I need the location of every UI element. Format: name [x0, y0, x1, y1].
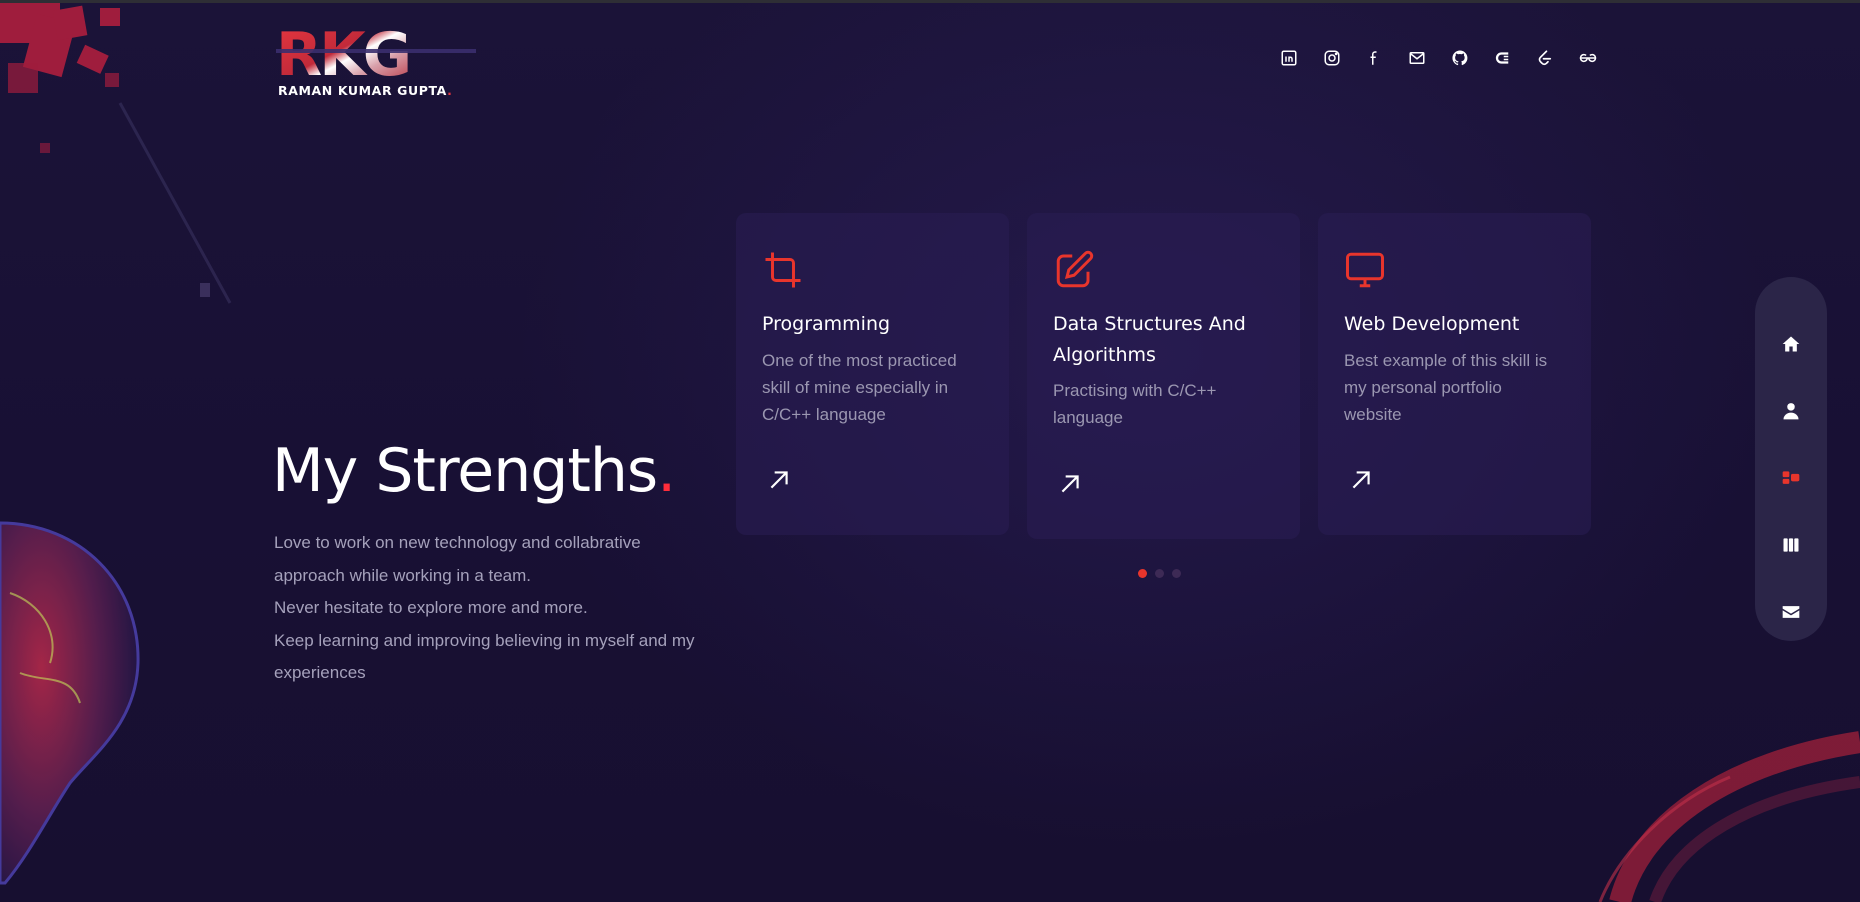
- social-links: [1268, 43, 1610, 73]
- page-title: My Strengths.: [272, 436, 676, 506]
- columns-icon: [1783, 538, 1799, 552]
- splatter-decoration: [0, 3, 232, 304]
- edit-icon: [1056, 250, 1094, 288]
- svg-text:RKG: RKG: [276, 25, 409, 85]
- carousel-dot[interactable]: [1138, 569, 1147, 578]
- card-title: Web Development: [1344, 313, 1520, 335]
- logo-subtitle: RAMAN KUMAR GUPTA.: [278, 83, 453, 98]
- leetcode-icon[interactable]: [1524, 43, 1567, 73]
- monitor-icon: [1346, 252, 1384, 288]
- geeksforgeeks-icon[interactable]: [1567, 43, 1610, 73]
- arrow-up-right-icon[interactable]: [1057, 471, 1083, 497]
- codechef-icon[interactable]: [1481, 43, 1524, 73]
- site-logo[interactable]: RKG RAMAN KUMAR GUPTA.: [276, 25, 496, 103]
- side-nav: [1755, 277, 1827, 641]
- carousel-dot[interactable]: [1172, 569, 1181, 578]
- page: RKG RAMAN KUMAR GUPTA. My Strengths. Lov…: [0, 0, 1860, 902]
- strength-card-programming[interactable]: Programming One of the most practiced sk…: [736, 213, 1009, 535]
- arrow-up-right-icon[interactable]: [766, 467, 792, 493]
- intro-line: Keep learning and improving believing in…: [274, 630, 695, 683]
- card-title: Programming: [762, 313, 891, 335]
- carousel-dots: [1138, 569, 1181, 578]
- mail-icon[interactable]: [1396, 43, 1439, 73]
- strength-card-dsa[interactable]: Data Structures And Algorithms Practisin…: [1027, 213, 1300, 539]
- card-description: Best example of this skill is my persona…: [1344, 351, 1548, 424]
- nav-about[interactable]: [1755, 391, 1827, 431]
- card-title: Data Structures And Algorithms: [1053, 313, 1246, 366]
- github-icon[interactable]: [1439, 43, 1482, 73]
- strength-card-web[interactable]: Web Development Best example of this ski…: [1318, 213, 1591, 535]
- user-icon: [1783, 403, 1799, 420]
- card-description: Practising with C/C++ language: [1053, 381, 1217, 427]
- nav-services[interactable]: [1755, 458, 1827, 498]
- intro-text: Love to work on new technology and colla…: [274, 527, 714, 690]
- arrow-up-right-icon[interactable]: [1348, 467, 1374, 493]
- nav-contact[interactable]: [1755, 592, 1827, 632]
- home-icon: [1782, 336, 1800, 352]
- card-description: One of the most practiced skill of mine …: [762, 351, 957, 424]
- linkedin-icon[interactable]: [1268, 43, 1311, 73]
- envelope-icon: [1782, 606, 1800, 618]
- logo-mark: RKG: [276, 25, 476, 85]
- services-icon: [1782, 471, 1800, 484]
- instagram-icon[interactable]: [1311, 43, 1354, 73]
- intro-line: Never hesitate to explore more and more.: [274, 598, 588, 617]
- facebook-icon[interactable]: [1353, 43, 1396, 73]
- swirl-decoration: [1598, 731, 1860, 902]
- nav-home[interactable]: [1755, 324, 1827, 364]
- crop-icon: [765, 252, 801, 288]
- brain-bulb-decoration: [0, 521, 140, 885]
- intro-line: Love to work on new technology and colla…: [274, 533, 641, 585]
- carousel-dot[interactable]: [1155, 569, 1164, 578]
- nav-work[interactable]: [1755, 525, 1827, 565]
